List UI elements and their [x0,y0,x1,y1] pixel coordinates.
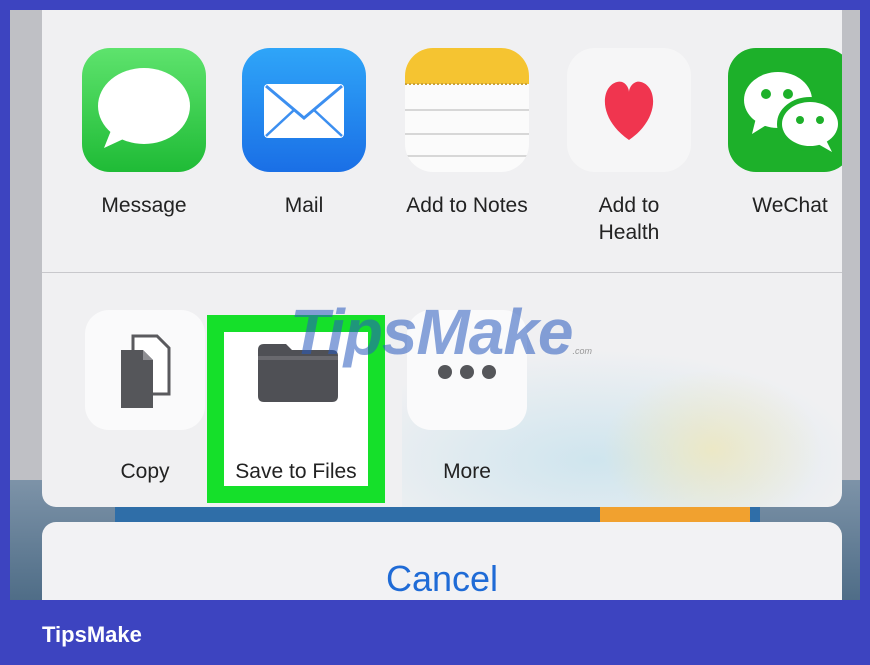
share-app-label: Add to Notes [406,194,528,217]
action-label: More [443,460,491,483]
share-app-message[interactable]: Message [79,48,209,219]
action-label: Copy [120,460,170,483]
share-app-label: WeChat [752,194,828,217]
screenshot-frame: Message Mail Add to Notes Add to Health … [10,10,860,600]
wechat-icon [728,48,842,172]
action-label: Save to Files [235,460,357,483]
share-app-notes[interactable]: Add to Notes [402,48,532,219]
share-app-label: Message [101,194,187,217]
share-app-mail[interactable]: Mail [239,48,369,219]
action-copy[interactable]: Copy [70,310,220,484]
brand-footer-label: TipsMake [42,622,142,647]
mail-icon [242,48,366,172]
row-divider [42,272,842,273]
messages-icon [82,48,206,172]
watermark-logo: TipsMake.com [290,296,593,368]
copy-icon [85,310,205,430]
cancel-button[interactable]: Cancel [42,522,842,600]
health-icon [567,48,691,172]
share-app-wechat[interactable]: WeChat [725,48,842,219]
notes-icon [405,48,529,172]
share-app-label: Add to Health [598,194,660,244]
cancel-label: Cancel [385,558,499,599]
share-app-label: Mail [284,194,324,217]
share-app-health[interactable]: Add to Health [564,48,694,246]
